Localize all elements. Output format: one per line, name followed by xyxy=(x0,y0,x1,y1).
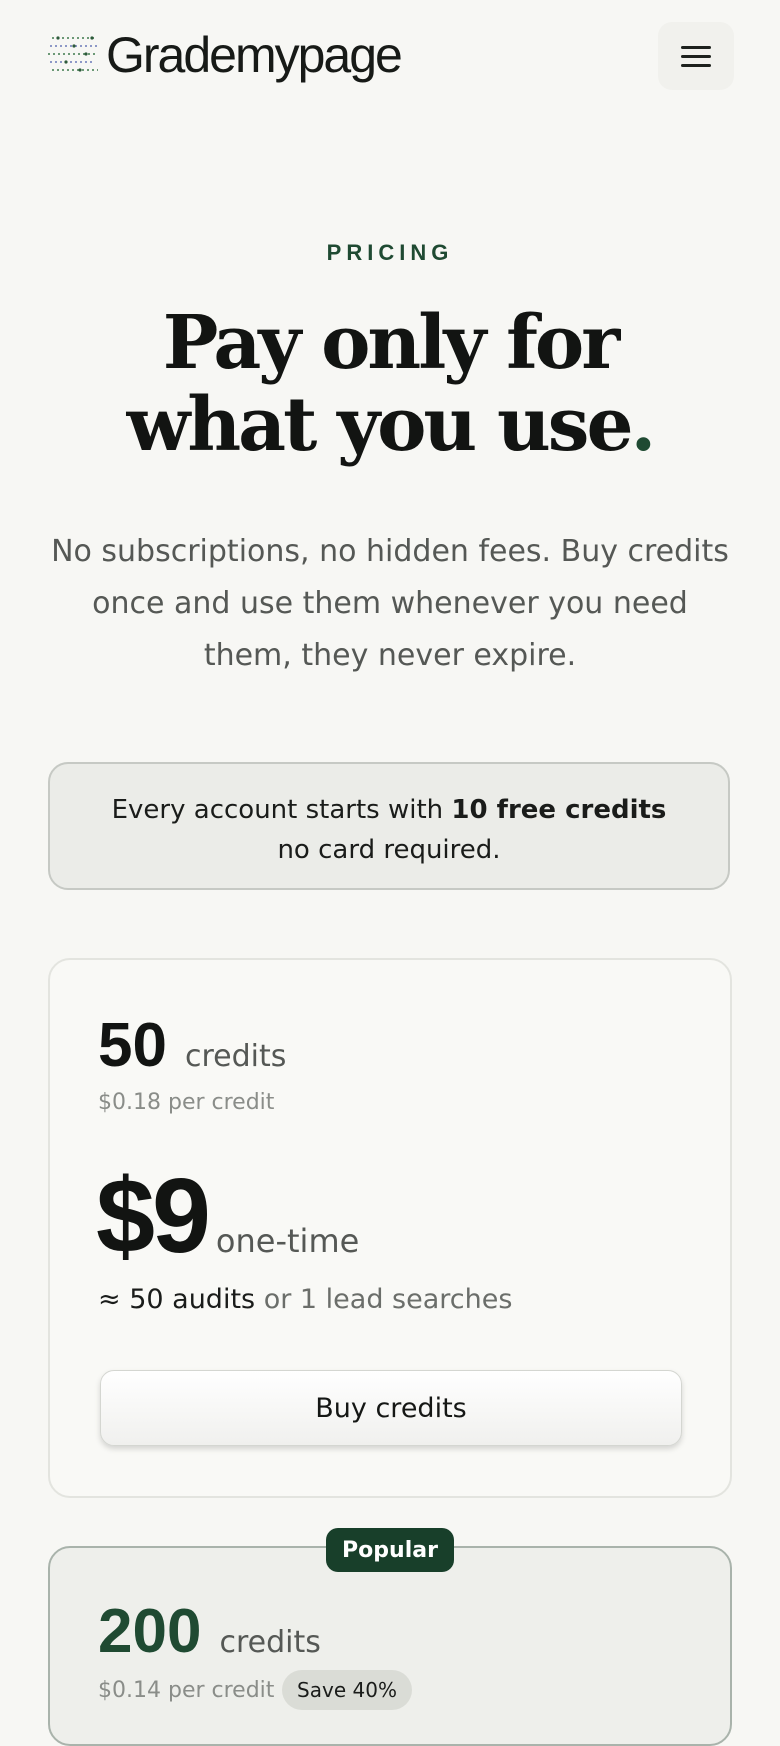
plan-price: $9 xyxy=(96,1157,211,1275)
page-title: Pay only for what you use. xyxy=(0,302,780,466)
per-credit-price: $0.18 per credit xyxy=(98,1090,275,1115)
popular-badge: Popular xyxy=(326,1528,454,1572)
hero-description: No subscriptions, no hidden fees. Buy cr… xyxy=(51,534,729,673)
headline-accent-dot: . xyxy=(630,382,657,468)
hamburger-menu-icon xyxy=(681,40,711,73)
site-header: Grademypage xyxy=(0,0,780,110)
headline-line-2: what you use. xyxy=(126,382,657,468)
savings-badge: Save 40% xyxy=(282,1670,412,1710)
section-eyebrow: PRICING xyxy=(326,240,454,265)
headline-line-1: Pay only for xyxy=(162,300,621,386)
pricing-card-200: 200 credits $0.14 per credit Save 40% xyxy=(48,1546,732,1746)
buy-credits-button[interactable]: Buy credits xyxy=(100,1370,682,1446)
credit-unit: credits xyxy=(184,1039,287,1074)
brand-name: Grademypage xyxy=(106,27,403,83)
price-note: one-time xyxy=(215,1222,360,1260)
per-credit-price: $0.14 per credit xyxy=(98,1678,275,1703)
credit-count: 50 xyxy=(98,1011,167,1080)
credit-amount: 50 credits xyxy=(98,1010,286,1081)
free-credits-highlight: 10 free credits xyxy=(451,795,667,825)
pricing-card-50: 50 credits $0.18 per credit $9 one-time … xyxy=(48,958,732,1498)
notice-line-2: no card required. xyxy=(277,835,501,865)
usage-estimate: ≈ 50 audits or 1 lead searches xyxy=(98,1284,513,1315)
logo-mark-icon xyxy=(48,36,98,72)
price-row: $9 one-time xyxy=(96,1156,359,1277)
notice-line-1: Every account starts with 10 free credit… xyxy=(111,795,667,825)
brand-logo[interactable]: Grademypage xyxy=(48,26,403,84)
credit-amount: 200 credits xyxy=(98,1596,321,1667)
credit-count: 200 xyxy=(98,1597,202,1666)
menu-button[interactable] xyxy=(658,22,734,90)
credit-unit: credits xyxy=(219,1625,321,1660)
free-credits-notice: Every account starts with 10 free credit… xyxy=(48,762,730,890)
